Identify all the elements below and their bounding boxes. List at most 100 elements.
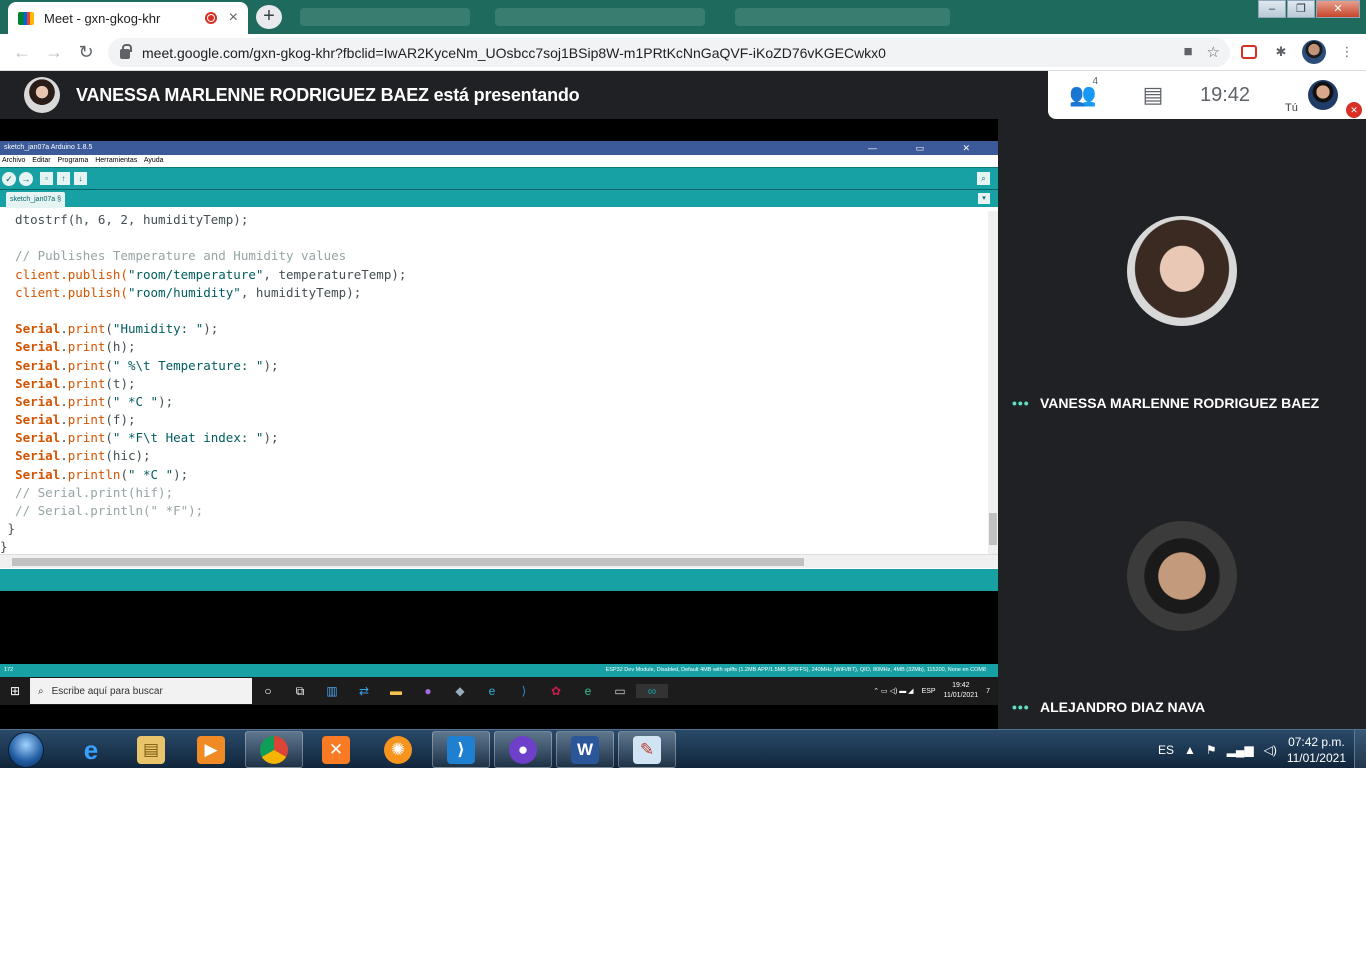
taskbar-paint[interactable]: ✎ [618,731,676,768]
url-text[interactable]: meet.google.com/gxn-gkog-khr?fbclid=IwAR… [142,45,886,61]
chrome-icon [260,735,288,764]
address-bar[interactable]: meet.google.com/gxn-gkog-khr?fbclid=IwAR… [108,38,1230,67]
tab-meet[interactable]: Meet - gxn-gkog-khr × [8,2,248,34]
self-avatar[interactable] [1308,80,1338,110]
action-center-flag-icon[interactable]: ⚑ [1206,743,1217,757]
language-indicator[interactable]: ES [1158,743,1174,757]
arduino-icon: ∞ [636,684,668,698]
recording-icon [204,12,217,24]
menu-programa[interactable]: Programa [58,157,89,164]
camera-icon[interactable]: ■ [1183,43,1192,61]
upload-icon[interactable]: → [19,171,33,186]
maximize-icon[interactable]: ❐ [1287,0,1315,18]
meet-top-controls: 👥 4 ▤ 19:42 Tú ✕ [1048,71,1366,119]
participant-count: 4 [1092,76,1098,87]
code-line: Serial.print("Humidity: "); [15,321,219,337]
background-tab[interactable] [300,8,470,26]
reload-icon[interactable]: ↻ [70,42,102,63]
new-sketch-icon[interactable]: ▫ [40,172,53,185]
profile-avatar[interactable] [1302,40,1326,64]
arduino-message-bar [0,569,998,591]
open-sketch-icon[interactable]: ↑ [57,172,70,185]
participant-speaking-indicator: ••• [1012,395,1030,411]
pocket-extension-icon[interactable] [1238,41,1260,63]
save-sketch-icon[interactable]: ↓ [74,172,87,185]
raspberry-icon: ✿ [550,684,562,698]
taskbar-media[interactable]: ▶ [182,731,240,768]
task-view-icon: ⧉ [295,683,305,698]
bookmark-star-icon[interactable]: ☆ [1207,43,1220,61]
taskbar-ie[interactable]: e [62,731,120,768]
kebab-menu-icon[interactable]: ⋮ [1336,41,1358,63]
new-tab-button[interactable]: + [256,5,282,29]
window-controls: – ❐ ✕ [1257,0,1360,18]
github-desktop-icon: ● [509,735,537,764]
menu-herramientas[interactable]: Herramientas [95,157,137,164]
edge-icon: e [488,684,496,698]
board-info: ESP32 Dev Module, Disabled, Default 4MB … [605,667,986,673]
system-tray: ES ▲ ⚑ ▂▄▆ ◁) 07:42 p.m. 11/01/2021 [1158,730,1346,768]
arduino-window-title: sketch_jan07a Arduino 1.8.5 [4,144,93,151]
show-desktop-button[interactable] [1354,730,1366,768]
chat-icon: ▤ [1142,82,1164,107]
volume-icon[interactable]: ◁) [1264,743,1277,757]
taskbar-xampp[interactable]: ✕ [307,731,365,768]
minimize-icon[interactable]: – [1258,0,1286,18]
menu-archivo[interactable]: Archivo [2,157,25,164]
code-line: client.publish("room/humidity", humidity… [15,284,362,300]
system-clock[interactable]: 07:42 p.m. 11/01/2021 [1287,734,1346,766]
files-icon: ▥ [326,684,338,698]
shared-clock: 19:42 11/01/2021 [943,682,979,699]
horizontal-scrollbar[interactable] [0,554,998,568]
verify-icon[interactable]: ✓ [2,171,16,186]
background-tab[interactable] [735,8,950,26]
taskbar-chrome[interactable] [245,731,303,768]
code-line: Serial.println(" *C "); [15,466,189,482]
taskbar-word[interactable]: W [556,731,614,768]
taskbar-explorer[interactable]: ▤ [122,731,180,768]
arduino-board-status: 172 ESP32 Dev Module, Disabled, Default … [0,664,998,677]
presenting-text: VANESSA MARLENNE RODRIGUEZ BAEZ está pre… [76,84,580,105]
code-line: Serial.print(h); [15,339,136,355]
gear-icon: ✺ [384,735,412,764]
network-signal-icon[interactable]: ▂▄▆ [1227,743,1254,757]
tab-menu-icon[interactable]: ▾ [978,193,990,204]
arduino-window-buttons[interactable]: — ▭ ✕ [868,141,988,155]
code-editor[interactable]: dtostrf(h, 6, 2, humidityTemp); // Publi… [0,211,988,556]
taskbar-gear-app[interactable]: ✺ [369,731,427,768]
meet-presenter-bar: VANESSA MARLENNE RODRIGUEZ BAEZ está pre… [0,71,1048,119]
people-button[interactable]: 👥 4 [1048,76,1118,108]
code-line: Serial.print(" %\t Temperature: "); [15,357,279,373]
extensions-puzzle-icon[interactable]: ✱ [1270,41,1292,63]
menu-editar[interactable]: Editar [32,157,50,164]
participant-name: VANESSA MARLENNE RODRIGUEZ BAEZ [1040,395,1320,411]
lock-icon[interactable] [120,44,132,59]
terminal-icon: ▭ [614,684,626,698]
sketch-tab[interactable]: sketch_jan07a § [6,192,65,208]
tray-icons: ⌃ ▭ ◁) ▬ ◢ [873,688,914,695]
code-line: Serial.print(f); [15,412,136,428]
tab-close-icon[interactable]: × [229,10,238,26]
back-arrow-icon[interactable]: ← [6,42,38,63]
code-line: Serial.print(hic); [15,448,151,464]
line-number: 172 [4,667,14,673]
taskbar-github[interactable]: ● [494,731,552,768]
taskbar-vscode[interactable]: ⟩ [432,731,490,768]
background-tab[interactable] [495,8,705,26]
vertical-scrollbar[interactable] [988,211,998,556]
close-window-icon[interactable]: ✕ [1316,0,1360,18]
code-comment: // Serial.println(" *F"); [0,503,204,518]
browser-tab-strip: Meet - gxn-gkog-khr × + – ❐ ✕ [0,0,1366,34]
show-hidden-icons-icon[interactable]: ▲ [1184,743,1196,757]
browser-toolbar: ← → ↻ meet.google.com/gxn-gkog-khr?fbcli… [0,34,1366,71]
folder-icon: ▤ [137,735,165,764]
chat-button[interactable]: ▤ [1118,82,1188,108]
arduino-menu-bar: Archivo Editar Programa Herramientas Ayu… [0,155,998,167]
serial-monitor-icon[interactable]: ⌕ [977,172,990,185]
menu-ayuda[interactable]: Ayuda [144,157,164,164]
forward-arrow-icon[interactable]: → [38,42,70,63]
code-line: Serial.print(t); [15,375,136,391]
windows-start-icon: ⊞ [9,684,21,698]
file-explorer-icon: ▬ [390,684,402,698]
start-orb-icon[interactable] [8,732,44,768]
